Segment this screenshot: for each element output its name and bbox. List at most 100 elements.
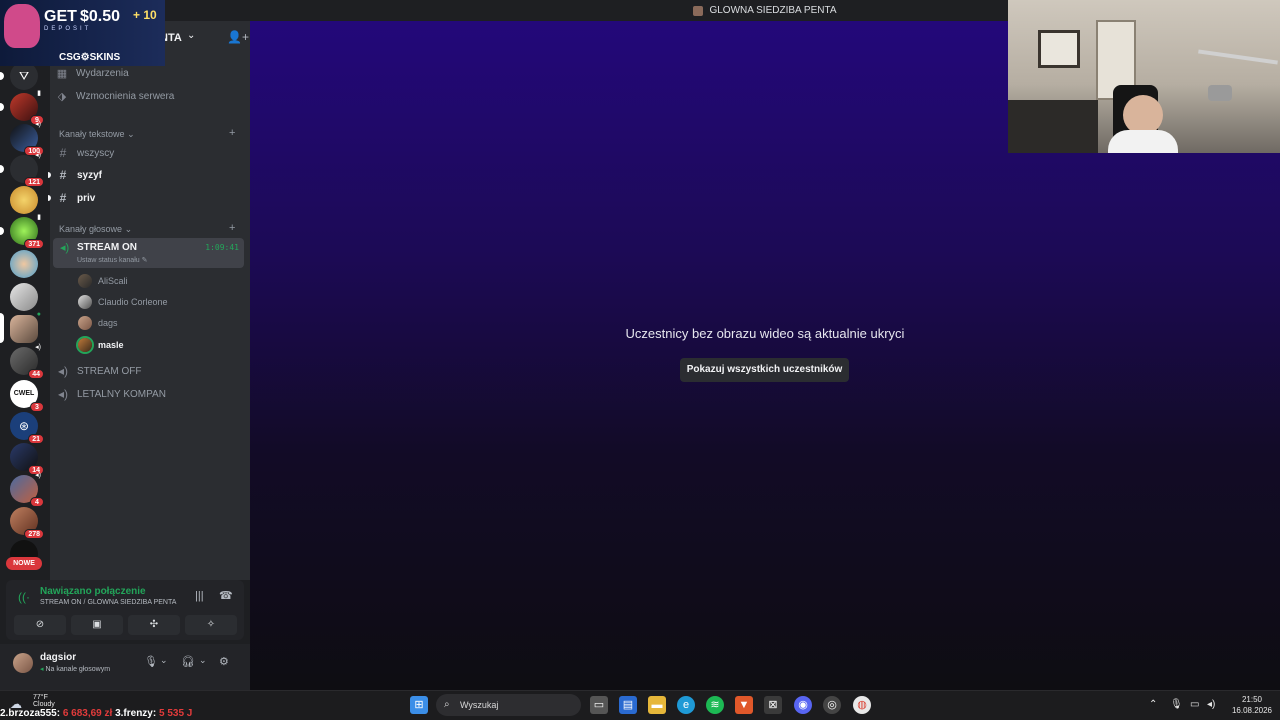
avatar[interactable] [13,653,33,673]
server-icon[interactable]: ◂) 4 [10,472,44,507]
text-channel-wszyscy[interactable]: # wszyscy [56,143,244,163]
camera-toggle-button[interactable]: ⊘ [14,615,66,635]
search-placeholder: Wyszukaj [460,700,499,710]
screen-share-icon: ▣ [92,619,102,630]
server-icon[interactable]: 278 [10,507,44,539]
app-icon[interactable]: ⊠ [764,696,782,714]
channel-name: LETALNY KOMPAN [77,388,166,400]
soundboard-icon: ✧ [206,619,216,630]
server-icon[interactable] [10,250,38,278]
activities-button[interactable]: ✣ [128,615,180,635]
server-icon[interactable]: ◂) 44 [10,344,44,379]
speaker-icon: ◂) [60,242,70,254]
server-icon-home[interactable]: ⛛ [10,62,38,90]
disconnect-icon[interactable]: ☎ [219,589,233,602]
voice-channel-letalny-kompan[interactable]: ◂) LETALNY KOMPAN [56,384,244,404]
signal-icon: ((· [18,590,30,604]
weather-temp: 77°F [33,694,48,701]
voice-member[interactable]: AliScali [78,274,128,288]
taskbar-clock[interactable]: 21:50 16.08.2026 [1228,694,1276,716]
username[interactable]: dagsior [40,652,76,663]
sidebar-item-boosts[interactable]: ⬗ Wzmocnienia serwera [56,90,175,103]
taskbar-search[interactable]: ⌕ Wyszukaj [436,694,581,716]
server-icon[interactable]: 14 [10,443,44,475]
chevron-up-icon[interactable]: ⌃ [1149,699,1157,710]
voice-member-speaking[interactable]: masle [78,338,124,352]
create-channel-icon[interactable]: + [229,127,235,139]
category-voice-channels[interactable]: Kanały głosowe ⌄ [59,224,132,235]
obs-icon[interactable]: ◎ [823,696,841,714]
weather-desc: Cloudy [33,701,55,708]
volume-icon[interactable]: ◂) [1207,699,1215,710]
webcam-overlay [1008,0,1280,153]
discord-icon[interactable]: ◉ [794,696,812,714]
speaker-icon: ◂) [35,152,41,159]
voice-channel-stream-off[interactable]: ◂) STREAM OFF [56,361,244,381]
search-icon: ⌕ [444,699,450,710]
network-icon[interactable]: ▭ [1190,699,1199,710]
server-icon-cwel[interactable]: CWEL 3 [10,380,44,412]
soundboard-button[interactable]: ✧ [185,615,237,635]
voice-member[interactable]: dags [78,316,118,330]
member-name: masle [98,340,124,350]
promo-deposit: DEPOSIT [44,26,92,32]
avatar [78,338,92,352]
server-icon [693,5,704,16]
mention-badge: 371 [24,239,44,249]
microphone-icon[interactable]: 🎙︎ [144,655,158,668]
promo-banner: GET $0.50 + 10 DEPOSIT CSG⚙SKINS [0,0,165,66]
voice-channel-stream-on[interactable]: ◂) STREAM ON 1:09:41 Ustaw status kanału… [53,238,244,268]
store-icon[interactable]: ▤ [619,696,637,714]
text-channel-priv[interactable]: # priv [56,188,244,208]
headphones-icon[interactable]: 🎧︎ [181,655,195,668]
server-icon[interactable]: ◂) 100 [10,121,44,156]
spotify-icon[interactable]: ≋ [706,696,724,714]
server-icon-selected[interactable]: ● [10,311,41,343]
chrome-icon[interactable]: ◍ [853,696,871,714]
hashtag-icon: # [59,191,67,205]
boost-icon: ⬗ [57,91,67,103]
microphone-icon[interactable]: 🎙︎ [1170,699,1183,710]
server-icon[interactable]: ▮ 9 [10,90,44,125]
connection-location[interactable]: STREAM ON / GLOWNA SIEDZIBA PENTA [40,599,176,606]
category-text-channels[interactable]: Kanały tekstowe ⌄ [59,129,135,140]
show-all-participants-button[interactable]: Pokazuj wszystkich uczestników [680,358,849,382]
text-channel-syzyf[interactable]: # syzyf [56,165,244,185]
donation-ticker: 2.brzoza555: 6 683,69 zł 3.frenzy: 5 535… [0,708,230,720]
server-icon[interactable] [10,186,38,214]
microphone [1208,85,1232,101]
server-icon[interactable]: ⊛ 21 [10,412,44,444]
server-icon[interactable] [10,283,38,311]
desktop-screen: Uczestnicy bez obrazu wideo są aktualnie… [0,0,1280,720]
create-channel-icon[interactable]: + [229,222,235,234]
voice-member[interactable]: Claudio Corleone [78,295,168,309]
sidebar-item-events[interactable]: ▦ Wydarzenia [56,67,129,80]
gear-icon[interactable]: ⚙ [219,655,229,668]
brave-icon[interactable]: ▼ [735,696,753,714]
task-view-icon[interactable]: ▭ [590,696,608,714]
server-label: CWEL [13,390,35,397]
edge-icon[interactable]: e [677,696,695,714]
call-timer: 1:09:41 [205,243,239,252]
server-icon[interactable]: ▮ 371 [10,214,44,249]
selected-server-pill [0,313,4,343]
mention-badge: 3 [30,402,44,412]
connection-status[interactable]: Nawiązano połączenie [40,586,146,597]
set-channel-status[interactable]: Ustaw status kanału ✎ [77,256,147,264]
ticker-amount: 5 535 J [158,708,193,719]
avatar [78,295,92,309]
chevron-down-icon[interactable]: ⌄ [160,655,168,666]
new-servers-badge[interactable]: NOWE [6,557,42,570]
avatar [78,274,92,288]
invite-people-icon[interactable]: 👤+ [227,30,249,44]
chevron-down-icon[interactable]: ⌄ [199,655,207,666]
hashtag-icon: # [59,168,67,182]
speaker-icon: ◂) [35,472,41,479]
noise-suppression-icon[interactable]: ||| [195,590,204,602]
screen-share-button[interactable]: ▣ [71,615,123,635]
weather-widget[interactable]: 77°F Cloudy [33,694,55,708]
windows-start-icon[interactable]: ⊞ [410,696,428,714]
mention-badge: 44 [28,369,44,379]
server-icon[interactable]: ◂) 121 [10,152,44,187]
file-explorer-icon[interactable]: ▬ [648,696,666,714]
